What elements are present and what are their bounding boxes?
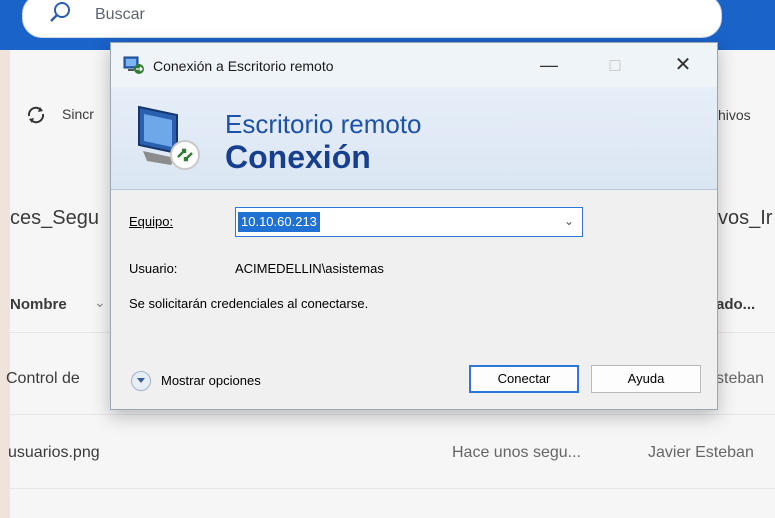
folder-name-left[interactable]: ces_Segu — [10, 207, 99, 230]
chevron-down-icon[interactable]: ⌄ — [564, 214, 574, 228]
rdp-banner-icon — [133, 101, 213, 184]
row-divider — [10, 414, 775, 415]
search-placeholder: Buscar — [95, 6, 145, 23]
user-value: ACIMEDELLIN\asistemas — [235, 261, 384, 276]
search-box[interactable]: Buscar — [22, 0, 722, 38]
file-row-user: Javier Esteban — [648, 444, 754, 461]
file-row-name[interactable]: Control de — [6, 370, 80, 388]
connect-button[interactable]: Conectar — [469, 365, 579, 393]
close-button[interactable]: ✕ — [663, 51, 703, 79]
column-header-name[interactable]: Nombre — [10, 296, 67, 313]
user-label: Usuario: — [129, 261, 178, 276]
credentials-info: Se solicitarán credenciales al conectars… — [129, 296, 369, 311]
show-options-label[interactable]: Mostrar opciones — [161, 373, 261, 388]
banner-title-line2: Conexión — [225, 139, 371, 175]
help-button[interactable]: Ayuda — [591, 365, 701, 393]
files-action-label[interactable]: hivos — [718, 107, 751, 123]
computer-value[interactable]: 10.10.60.213 — [238, 212, 320, 232]
sync-button-label[interactable]: Sincr — [62, 106, 94, 122]
dialog-banner: Escritorio remoto Conexión — [111, 87, 717, 190]
expand-options-icon[interactable] — [131, 371, 151, 391]
computer-label: Equipo: — [129, 214, 174, 229]
file-row-user: steban — [716, 370, 765, 387]
file-row-modified: Hace unos segu... — [452, 444, 581, 461]
sync-icon[interactable] — [26, 106, 46, 129]
rdp-app-icon — [123, 55, 145, 80]
folder-name-right[interactable]: vos_Ir — [718, 207, 772, 230]
dialog-title: Conexión a Escritorio remoto — [153, 58, 334, 74]
column-header-modified[interactable]: ado... — [716, 296, 755, 313]
search-icon — [47, 0, 75, 32]
rdp-dialog: Conexión a Escritorio remoto — □ ✕ Escri… — [110, 42, 718, 410]
computer-combobox[interactable]: 10.10.60.213 ⌄ — [235, 207, 583, 237]
chevron-down-icon[interactable]: ⌄ — [94, 294, 106, 311]
banner-title-line1: Escritorio remoto — [225, 109, 422, 139]
file-row-name[interactable]: usuarios.png — [8, 444, 100, 462]
background-edge — [0, 0, 10, 518]
dialog-title-bar[interactable]: Conexión a Escritorio remoto — □ ✕ — [111, 43, 717, 87]
maximize-button[interactable]: □ — [595, 51, 635, 79]
row-divider — [10, 488, 775, 489]
minimize-button[interactable]: — — [529, 51, 569, 79]
